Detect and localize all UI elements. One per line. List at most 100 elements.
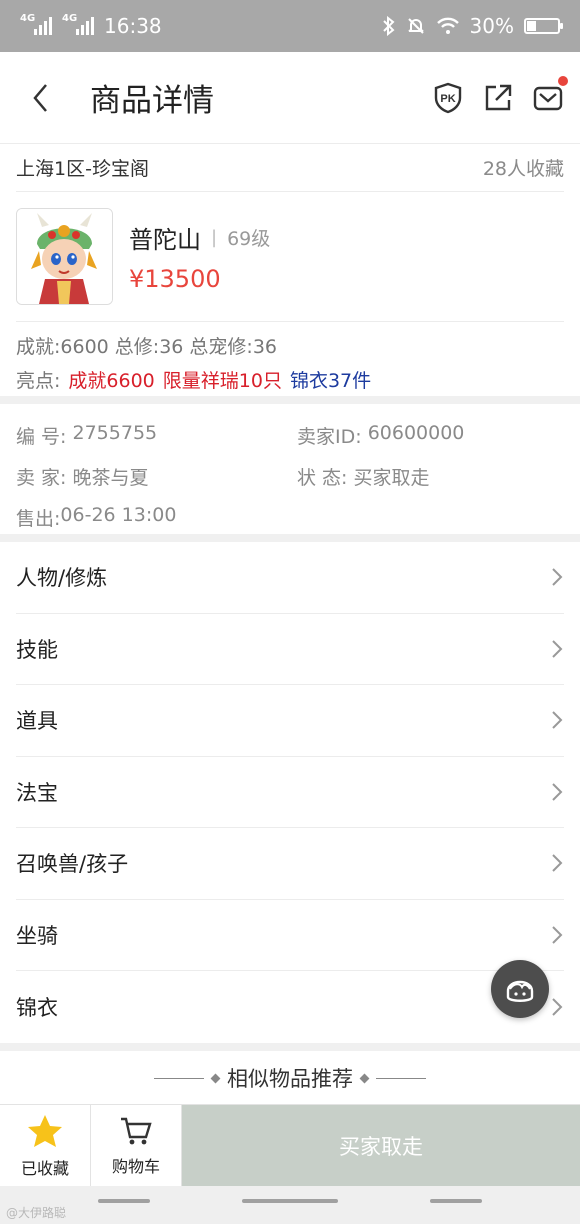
order-number-value: 2755755 xyxy=(72,422,158,444)
message-button[interactable] xyxy=(532,75,568,114)
cart-button[interactable]: 购物车 xyxy=(91,1105,182,1187)
menu-item-mounts[interactable]: 坐骑 xyxy=(16,900,564,971)
page-title: 商品详情 xyxy=(90,83,214,119)
chevron-right-icon xyxy=(552,783,563,801)
watermark: @大伊路聪 xyxy=(6,1206,67,1220)
section-divider xyxy=(0,534,580,542)
mute-bell-icon xyxy=(407,18,424,34)
menu-item-outfits[interactable]: 锦衣 xyxy=(16,971,564,1043)
chevron-right-icon xyxy=(552,854,563,872)
cart-label: 购物车 xyxy=(111,1157,160,1176)
chevron-right-icon xyxy=(552,568,563,586)
menu-item-pets[interactable]: 召唤兽/孩子 xyxy=(16,828,564,900)
menu-item-label: 坐骑 xyxy=(16,923,58,948)
menu-item-label: 道具 xyxy=(16,709,58,734)
pk-shield-icon: PK xyxy=(434,82,462,113)
menu-item-label: 召唤兽/孩子 xyxy=(16,852,129,877)
favorite-count: 28人收藏 xyxy=(482,158,564,180)
menu-item-label: 人物/修炼 xyxy=(16,566,108,591)
buy-button[interactable]: 买家取走 xyxy=(182,1105,580,1186)
notification-dot xyxy=(558,75,568,86)
diamond-icon xyxy=(210,1073,221,1083)
menu-item-label: 锦衣 xyxy=(16,995,58,1020)
bottom-action-bar: 已收藏 购物车 买家取走 xyxy=(0,1104,580,1187)
system-nav-bar xyxy=(0,1186,580,1224)
seller-id-label: 卖家ID: xyxy=(297,426,362,448)
similar-items-title: 相似物品推荐 xyxy=(227,1067,353,1091)
cart-icon xyxy=(121,1117,152,1145)
seller-id: 卖家ID: 60600000 xyxy=(297,422,464,449)
trade-status: 状 态: 买家取走 xyxy=(297,463,430,490)
back-button[interactable] xyxy=(0,52,80,144)
wifi-icon xyxy=(436,17,459,34)
chevron-right-icon xyxy=(552,998,563,1016)
network-type-2: 4G xyxy=(62,13,78,24)
nav-home-button[interactable] xyxy=(242,1199,338,1203)
trade-status-label: 状 态: xyxy=(297,467,348,489)
star-icon xyxy=(28,1115,62,1147)
decorative-line xyxy=(376,1077,426,1079)
chevron-right-icon xyxy=(552,640,563,658)
trade-details: 编 号: 2755755 卖家ID: 60600000 卖 家: 晚茶与夏 状 … xyxy=(16,404,564,534)
chevron-right-icon xyxy=(552,926,563,944)
mail-icon xyxy=(533,86,563,110)
battery-icon xyxy=(524,18,563,34)
chevron-right-icon xyxy=(552,711,563,729)
battery-percent: 30% xyxy=(469,14,514,38)
seller: 卖 家: 晚茶与夏 xyxy=(16,463,149,490)
signal-icon-2: 4G xyxy=(62,13,94,35)
character-level: 69级 xyxy=(227,228,271,250)
menu-item-skills[interactable]: 技能 xyxy=(16,614,564,685)
sold-time-label: 售出: xyxy=(16,508,61,530)
sold-time: 售出: 06-26 13:00 xyxy=(16,504,176,531)
header: 商品详情 PK xyxy=(0,52,580,144)
pk-compare-button[interactable]: PK xyxy=(432,82,464,114)
section-divider xyxy=(0,1043,580,1051)
character-portrait-icon xyxy=(17,209,112,304)
seller-value: 晚茶与夏 xyxy=(72,467,149,489)
customer-service-icon xyxy=(506,980,534,1002)
menu-item-character[interactable]: 人物/修炼 xyxy=(16,542,564,614)
detail-menu: 人物/修炼 技能 道具 法宝 召唤兽/孩子 坐骑 锦衣 xyxy=(0,542,580,1043)
server-name: 上海1区-珍宝阁 xyxy=(16,158,149,180)
menu-item-label: 法宝 xyxy=(16,780,58,805)
character-name: 普陀山 xyxy=(129,226,201,254)
similar-items-header: 相似物品推荐 xyxy=(0,1052,580,1104)
seller-id-value: 60600000 xyxy=(367,422,465,444)
highlight-achievement: 成就6600 xyxy=(68,370,155,392)
order-number: 编 号: 2755755 xyxy=(16,422,157,449)
favorite-label: 已收藏 xyxy=(20,1159,69,1178)
highlight-outfits: 锦衣37件 xyxy=(289,370,372,392)
highlight-limited-pets: 限量祥瑞10只 xyxy=(162,370,282,392)
status-bar: 4G 4G 16:38 30% xyxy=(0,0,580,52)
share-icon xyxy=(485,84,512,110)
customer-service-button[interactable] xyxy=(491,960,549,1018)
order-number-label: 编 号: xyxy=(16,426,67,448)
highlights-line: 亮点: 成就6600 限量祥瑞10只 锦衣37件 xyxy=(16,366,371,393)
menu-item-treasures[interactable]: 法宝 xyxy=(16,757,564,828)
bluetooth-icon xyxy=(382,16,395,36)
price: ¥13500 xyxy=(129,265,221,293)
menu-item-items[interactable]: 道具 xyxy=(16,685,564,757)
section-divider xyxy=(0,396,580,404)
signal-icon: 4G xyxy=(20,13,52,35)
favorite-button[interactable]: 已收藏 xyxy=(0,1105,91,1187)
network-type: 4G xyxy=(20,13,36,24)
back-arrow-icon xyxy=(33,83,47,112)
menu-item-label: 技能 xyxy=(16,637,58,662)
trade-status-value: 买家取走 xyxy=(353,467,430,489)
product-card: 普陀山 | 69级 ¥13500 xyxy=(16,192,564,322)
clock: 16:38 xyxy=(104,14,162,38)
sold-time-value: 06-26 13:00 xyxy=(60,504,177,526)
name-separator: | xyxy=(211,227,218,248)
diamond-icon xyxy=(359,1073,370,1083)
share-button[interactable] xyxy=(482,82,514,114)
svg-text:PK: PK xyxy=(440,93,455,105)
server-row: 上海1区-珍宝阁 28人收藏 xyxy=(16,144,564,192)
seller-label: 卖 家: xyxy=(16,467,67,489)
decorative-line xyxy=(154,1077,204,1079)
character-avatar[interactable] xyxy=(16,208,113,305)
highlights-label: 亮点: xyxy=(16,370,61,392)
nav-back-button[interactable] xyxy=(430,1199,482,1203)
nav-menu-button[interactable] xyxy=(98,1199,150,1203)
